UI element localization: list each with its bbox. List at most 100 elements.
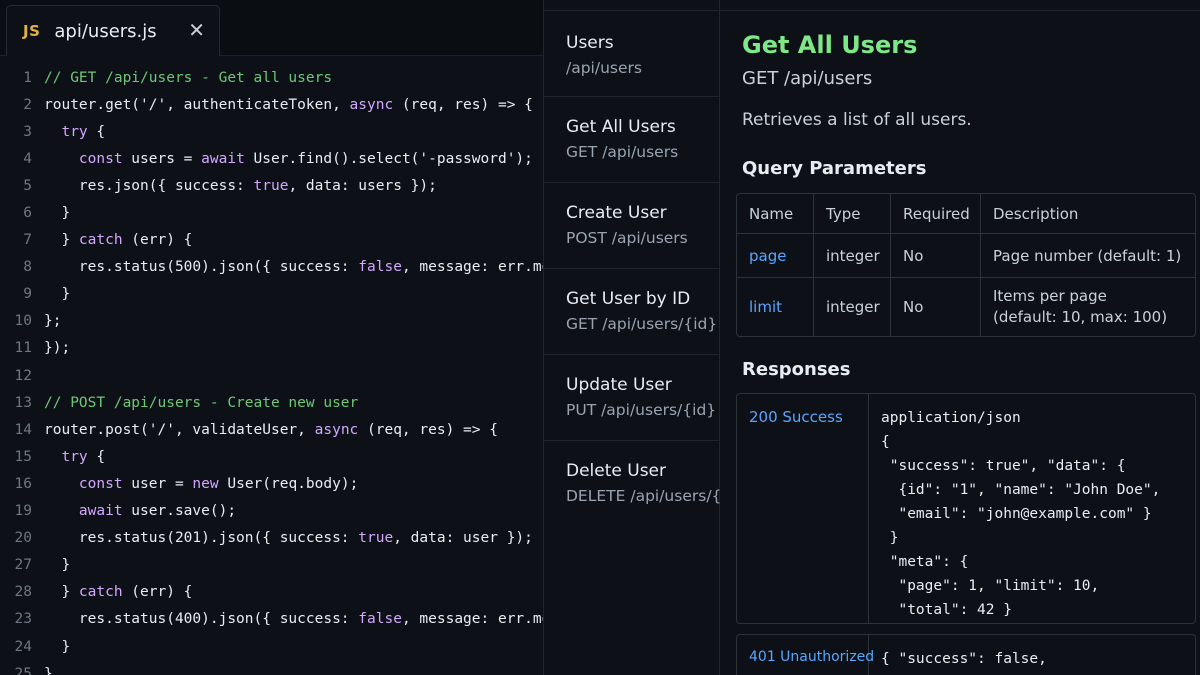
code-token: } bbox=[44, 205, 71, 222]
table-header-cell: Name bbox=[737, 194, 814, 233]
param-name-link[interactable]: limit bbox=[737, 278, 814, 336]
nav-item-users[interactable]: Users /api/users bbox=[544, 11, 719, 97]
editor-tab-users-js[interactable]: JS api/users.js ✕ bbox=[6, 5, 220, 56]
nav-item-create-user[interactable]: Create User POST /api/users bbox=[544, 183, 719, 269]
table-row: page integer No Page number (default: 1) bbox=[737, 234, 1195, 278]
code-area[interactable]: 1 // GET /api/users - Get all users 2 route… bbox=[0, 64, 543, 675]
line-number: 11 bbox=[14, 340, 32, 357]
line-number: 13 bbox=[14, 394, 32, 411]
param-required: No bbox=[891, 234, 981, 277]
line-content: // GET /api/users - Get all users bbox=[44, 70, 332, 86]
code-line: 6 } bbox=[0, 199, 543, 226]
code-line: 3 try { bbox=[0, 118, 543, 145]
code-token: true bbox=[253, 177, 289, 194]
response-status-code[interactable]: 401 Unauthorized bbox=[737, 635, 874, 675]
code-line: 16 const user = new User(req.body); bbox=[0, 470, 543, 497]
nav-item-update-user[interactable]: Update User PUT /api/users/{id} bbox=[544, 355, 719, 441]
line-content: const user = new User(req.body); bbox=[44, 476, 358, 492]
line-content: res.json({ success: true, data: users })… bbox=[44, 178, 437, 194]
code-line: 12 bbox=[0, 362, 543, 389]
query-parameters-table: Name Type Required Description page inte… bbox=[736, 193, 1196, 337]
code-token: false bbox=[358, 259, 402, 276]
nav-item-get-user-by-id[interactable]: Get User by ID GET /api/users/{id} bbox=[544, 269, 719, 355]
line-number: 4 bbox=[23, 150, 32, 167]
code-token: users = bbox=[122, 150, 202, 167]
responses-heading: Responses bbox=[742, 359, 851, 380]
code-token: }); bbox=[44, 340, 71, 357]
line-content: router.get('/', authenticateToken, async… bbox=[44, 97, 533, 113]
nav-item-title: Get All Users bbox=[566, 117, 676, 137]
code-token: async bbox=[314, 421, 359, 438]
code-line: 9 } bbox=[0, 281, 543, 308]
nav-item-title: Get User by ID bbox=[566, 289, 691, 309]
nav-item-path: PUT /api/users/{id} bbox=[566, 401, 717, 419]
line-number: 9 bbox=[23, 286, 32, 303]
code-editor: JS api/users.js ✕ 1 // GET /api/users - G… bbox=[0, 0, 544, 675]
code-token: catch bbox=[78, 584, 123, 601]
line-number: 12 bbox=[14, 367, 32, 384]
nav-item-path: POST /api/users bbox=[566, 229, 688, 247]
code-token: new bbox=[192, 475, 219, 492]
response-body-example: { "success": false, bbox=[881, 651, 1047, 667]
code-line: 20 res.status(201).json({ success: true,… bbox=[0, 525, 543, 552]
endpoint-docs: Get All Users GET /api/users Retrieves a… bbox=[720, 0, 1200, 675]
code-token: } bbox=[44, 665, 53, 675]
code-line: 27 } bbox=[0, 552, 543, 579]
line-number: 2 bbox=[23, 96, 32, 113]
code-token: } bbox=[44, 232, 79, 249]
line-number: 20 bbox=[14, 530, 32, 547]
page-title: Get All Users bbox=[742, 31, 918, 59]
code-token: await bbox=[78, 503, 123, 520]
close-icon[interactable]: ✕ bbox=[188, 18, 205, 42]
code-line: 5 res.json({ success: true, data: users … bbox=[0, 172, 543, 199]
code-line: 14 router.post('/', validateUser, async (… bbox=[0, 416, 543, 443]
code-token: try bbox=[61, 448, 88, 465]
line-content: }); bbox=[44, 340, 70, 356]
code-token: false bbox=[358, 611, 402, 628]
code-token: true bbox=[358, 530, 394, 547]
code-token: , message: err.message }); bbox=[401, 259, 543, 276]
code-token: , data: user }); bbox=[393, 530, 533, 547]
code-line: 24 } bbox=[0, 633, 543, 660]
line-content: router.post('/', validateUser, async (re… bbox=[44, 422, 498, 438]
line-content: res.status(400).json({ success: false, m… bbox=[44, 611, 543, 628]
line-content: } catch (err) { bbox=[44, 584, 192, 600]
code-line: 7 } catch (err) { bbox=[0, 227, 543, 254]
line-number: 25 bbox=[14, 665, 32, 675]
line-number: 23 bbox=[14, 611, 32, 628]
code-token: User.find().select('-password'); bbox=[244, 150, 533, 167]
code-token: (req, res) => { bbox=[393, 96, 533, 113]
code-line: 10}; bbox=[0, 308, 543, 335]
line-content: try { bbox=[44, 124, 105, 140]
code-line: 19 await user.save(); bbox=[0, 498, 543, 525]
code-line: 1 // GET /api/users - Get all users bbox=[0, 64, 543, 91]
code-token: , message: err.message }); bbox=[401, 611, 543, 628]
tab-filename: api/users.js bbox=[54, 20, 157, 42]
code-token: const bbox=[78, 150, 123, 167]
query-parameters-heading: Query Parameters bbox=[742, 158, 927, 179]
param-description: Items per page (default: 10, max: 100) bbox=[993, 287, 1168, 326]
editor-tab-bar: JS api/users.js ✕ bbox=[0, 0, 543, 56]
code-token: } bbox=[44, 584, 79, 601]
code-token: async bbox=[349, 96, 394, 113]
code-token: (req, res) => { bbox=[358, 421, 498, 438]
line-content: res.status(201).json({ success: true, da… bbox=[44, 530, 533, 546]
param-type: integer bbox=[814, 278, 891, 336]
line-number: 8 bbox=[23, 259, 32, 276]
code-token: (err) { bbox=[122, 232, 193, 249]
param-name-link[interactable]: page bbox=[737, 234, 814, 277]
response-status-code[interactable]: 200 Success bbox=[737, 394, 869, 623]
line-content: // POST /api/users - Create new user bbox=[44, 395, 358, 411]
nav-item-delete-user[interactable]: Delete User DELETE /api/users/{id} bbox=[544, 441, 745, 527]
code-token: const bbox=[78, 475, 123, 492]
line-number: 6 bbox=[23, 205, 32, 222]
code-token: , data: users }); bbox=[288, 177, 437, 194]
param-type: integer bbox=[814, 234, 891, 277]
line-content: }; bbox=[44, 313, 61, 329]
nav-item-get-all-users[interactable]: Get All Users GET /api/users bbox=[544, 97, 719, 183]
code-line: 13 // POST /api/users - Create new user bbox=[0, 389, 543, 416]
nav-item-title: Update User bbox=[566, 375, 672, 395]
